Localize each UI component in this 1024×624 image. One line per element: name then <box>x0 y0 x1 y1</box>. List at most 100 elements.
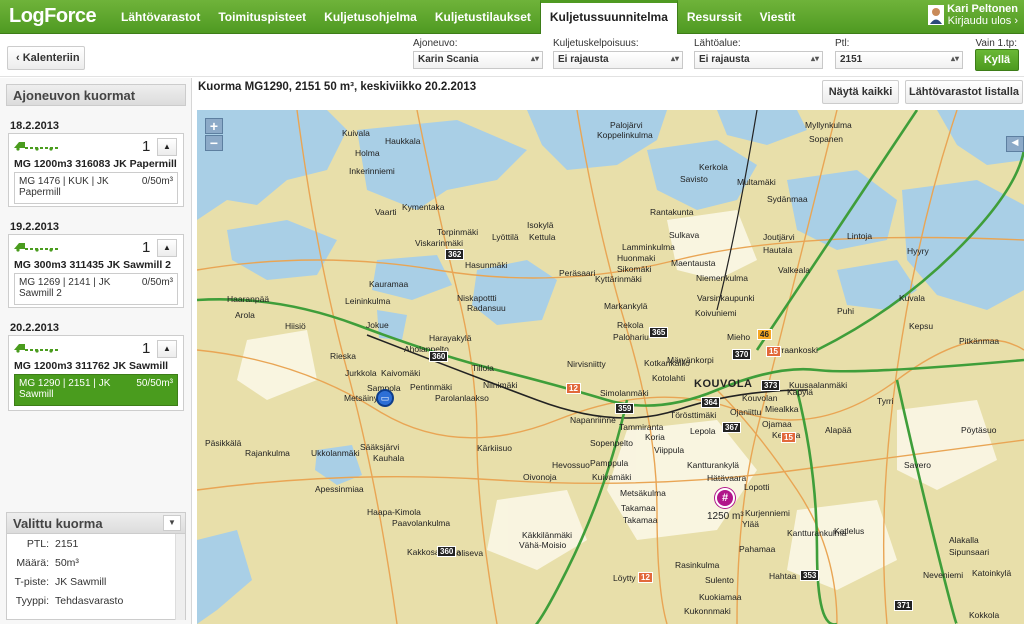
load-item[interactable]: MG 1476 | KUK | JK Papermill 0/50m³ <box>14 172 178 204</box>
map-place-label: Vähä-Moisio <box>519 540 567 550</box>
only-first-label: Vain 1.tp: <box>975 38 1017 49</box>
road-number-label: 12 <box>566 383 581 394</box>
select-arrow-icon: ▴▾ <box>810 54 819 63</box>
road-number-label: 46 <box>757 329 772 340</box>
capability-select[interactable]: Ei rajausta ▴▾ <box>553 51 683 69</box>
map-place-label: Hasunmäki <box>465 260 508 270</box>
truck-icon <box>14 142 59 151</box>
map-place-label: Märyänkorpi <box>667 355 714 365</box>
map-place-label: Hätävaara <box>707 473 747 483</box>
map-place-label: Kuivamäki <box>592 472 632 482</box>
map-place-label: Kuokiamaa <box>699 592 742 602</box>
map-place-label: Hevossuo <box>552 460 590 470</box>
map-place-label: Sopanen <box>809 134 844 144</box>
map-place-label: Mieho <box>727 332 751 342</box>
vehicle-location-marker-icon[interactable]: ▭ <box>376 389 394 407</box>
map-place-label: Hiisiö <box>285 321 306 331</box>
chevron-down-icon[interactable]: ▼ <box>163 515 181 531</box>
logout-link[interactable]: Kirjaudu ulos › <box>948 15 1018 27</box>
map-place-label: Savero <box>904 460 931 470</box>
vehicle-select[interactable]: Karin Scania ▴▾ <box>413 51 543 69</box>
show-all-button[interactable]: Näytä kaikki <box>822 80 899 104</box>
app-logo[interactable]: LogForce <box>9 5 97 28</box>
origin-list-button[interactable]: Lähtövarastot listalla <box>905 80 1023 104</box>
load-item-selected[interactable]: MG 1290 | 2151 | JK Sawmill 50/50m³ <box>14 374 178 406</box>
map-place-label: Alapää <box>825 425 852 435</box>
map-place-label: Niemenkulma <box>696 273 748 283</box>
map-place-label: Koria <box>645 432 665 442</box>
map-view[interactable]: + − ◀ KOUVOLA Palojärvi Koppelinkulma My… <box>197 110 1024 624</box>
map-place-label: Isokylä <box>527 220 554 230</box>
origin-value: Ei rajausta <box>699 54 750 65</box>
tab-viestit[interactable]: Viestit <box>751 0 805 34</box>
map-place-label: Kuivala <box>342 128 370 138</box>
road-number-label: 15 <box>781 432 796 443</box>
map-place-label: Rieska <box>330 351 356 361</box>
only-first-yes-button[interactable]: Kyllä <box>975 49 1019 71</box>
detail-value: 2151 <box>55 538 79 550</box>
zoom-out-button[interactable]: − <box>205 135 223 151</box>
map-panel-toggle-icon[interactable]: ◀ <box>1006 136 1024 152</box>
load-title: MG 1200m3 316083 JK Papermill <box>14 158 177 170</box>
map-place-label: Kettula <box>529 232 556 242</box>
map-place-label: Käkkilänmäki <box>522 530 573 540</box>
map-place-label: Lopotti <box>744 482 770 492</box>
back-to-calendar-button[interactable]: ‹ Kalenteriin <box>7 46 85 70</box>
tab-kuljetusohjelma[interactable]: Kuljetusohjelma <box>315 0 426 34</box>
map-place-label: Rajankulma <box>245 448 290 458</box>
road-number-label: 15 <box>766 346 781 357</box>
road-number-label: 360 <box>429 351 449 362</box>
map-place-label: Jokue <box>366 320 389 330</box>
collapse-arrow-button[interactable]: ▲ <box>157 340 177 358</box>
map-place-label: Niinimäki <box>483 380 518 390</box>
load-item-amount: 50/50m³ <box>136 378 173 389</box>
scrollbar[interactable] <box>175 534 185 620</box>
storage-site-marker-icon[interactable]: # <box>715 488 735 508</box>
detail-row: Määrä: 50m³ <box>7 557 185 576</box>
map-place-label: Myllynkulma <box>805 120 852 130</box>
map-place-label: Peräsaari <box>559 268 596 278</box>
map-place-label: Sääksjärvi <box>360 442 400 452</box>
collapse-arrow-button[interactable]: ▲ <box>157 239 177 257</box>
tab-resurssit[interactable]: Resurssit <box>678 0 751 34</box>
map-place-label: Metsäiny <box>344 393 379 403</box>
map-place-label: Kauramaa <box>369 279 409 289</box>
zoom-in-button[interactable]: + <box>205 118 223 134</box>
map-place-label: Harayakylä <box>429 333 472 343</box>
collapse-arrow-button[interactable]: ▲ <box>157 138 177 156</box>
filter-row: ‹ Kalenteriin Ajoneuvo: Karin Scania ▴▾ … <box>0 35 1024 77</box>
tab-toimituspisteet[interactable]: Toimituspisteet <box>209 0 315 34</box>
load-item-line2: Papermill <box>19 187 61 198</box>
map-place-label: Palohariu <box>613 332 649 342</box>
map-place-label: Paavolankulma <box>392 518 451 528</box>
map-place-label: Kärkiisuo <box>477 443 512 453</box>
map-place-label: Kurjenniemi <box>745 508 790 518</box>
map-place-label: Radansuu <box>467 303 506 313</box>
load-card: 1 ▲ MG 1200m3 311762 JK Sawmill MG 1290 … <box>8 335 184 411</box>
map-place-label: Kantturankylä <box>687 460 739 470</box>
map-place-label: Sipunsaari <box>949 547 990 557</box>
map-place-label: Joutjärvi <box>763 232 795 242</box>
tab-kuljetustilaukset[interactable]: Kuljetustilaukset <box>426 0 540 34</box>
ptl-label: Ptl: <box>835 38 850 49</box>
storage-site-volume-label: 1250 m³ <box>707 511 744 522</box>
ptl-value: 2151 <box>840 54 863 65</box>
selected-load-body: PTL: 2151 Määrä: 50m³ T-piste: JK Sawmill T… <box>6 534 186 620</box>
map-place-label: Rantakunta <box>650 207 694 217</box>
detail-value: 50m³ <box>55 557 79 569</box>
map-place-label: Ojamaa <box>762 419 792 429</box>
map-place-label: Kokkola <box>969 610 1000 620</box>
map-place-label: Päsikkälä <box>205 438 242 448</box>
tab-kuljetussuunnitelma[interactable]: Kuljetussuunnitelma <box>539 0 678 34</box>
map-place-label: Maentausta <box>671 258 716 268</box>
ptl-select[interactable]: 2151 ▴▾ <box>835 51 963 69</box>
tab-lahtovarastot[interactable]: Lähtövarastot <box>112 0 209 34</box>
vehicle-label: Ajoneuvo: <box>413 38 458 49</box>
map-place-label: Jurkkola <box>345 368 377 378</box>
select-arrow-icon: ▴▾ <box>670 54 679 63</box>
map-place-label: Inkerinniemi <box>349 166 395 176</box>
left-panel: Ajoneuvon kuormat 18.2.2013 1 ▲ MG 1200m… <box>0 78 192 624</box>
detail-key: Määrä: <box>16 557 49 569</box>
load-item[interactable]: MG 1269 | 2141 | JK Sawmill 2 0/50m³ <box>14 273 178 305</box>
origin-select[interactable]: Ei rajausta ▴▾ <box>694 51 823 69</box>
